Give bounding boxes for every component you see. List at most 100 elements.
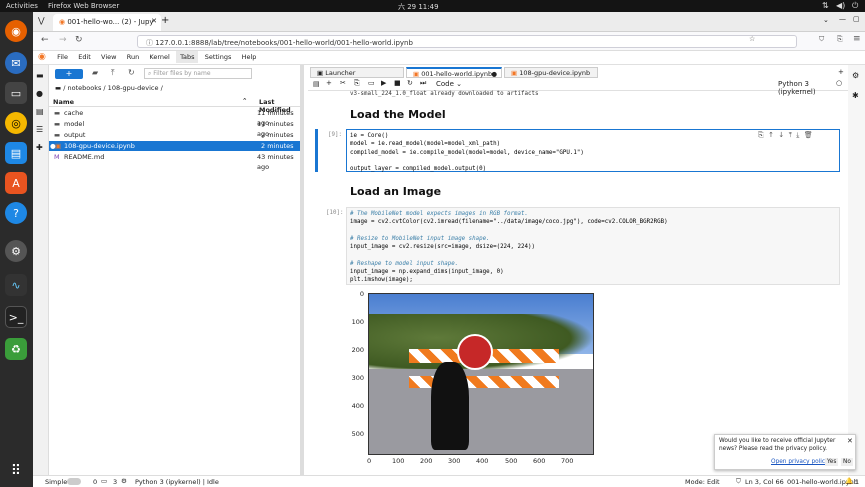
- bookmark-star-icon[interactable]: ☆: [749, 35, 755, 43]
- menu-run[interactable]: Run: [123, 51, 143, 63]
- files-icon[interactable]: ▭: [5, 82, 27, 104]
- stop-icon[interactable]: ■: [394, 79, 401, 87]
- property-inspector-icon[interactable]: ⚙: [852, 71, 859, 80]
- software-icon[interactable]: A: [5, 172, 27, 194]
- simple-mode-toggle[interactable]: [67, 478, 81, 485]
- y-tick-label: 400: [351, 402, 364, 410]
- help-icon[interactable]: ?: [5, 202, 27, 224]
- delete-cell-icon[interactable]: 🗑: [804, 131, 813, 139]
- tab-overview-icon[interactable]: ⋁: [38, 16, 45, 25]
- code-cell-10[interactable]: # The MobileNet model expects images in …: [346, 207, 840, 285]
- system-monitor-icon[interactable]: ∿: [5, 274, 27, 296]
- running-icon[interactable]: ●: [36, 89, 43, 98]
- folder-icon: ▬: [55, 84, 62, 92]
- kernel-icon: ⚙: [121, 477, 127, 485]
- cursor-position[interactable]: Ln 3, Col 66: [745, 478, 784, 486]
- new-launcher-button[interactable]: +: [55, 69, 83, 79]
- yes-button[interactable]: Yes: [825, 458, 839, 466]
- close-icon[interactable]: ✕: [847, 437, 853, 445]
- menu-file[interactable]: File: [53, 51, 72, 63]
- thunderbird-icon[interactable]: ✉: [5, 52, 27, 74]
- reload-icon[interactable]: ↻: [75, 35, 83, 45]
- column-name[interactable]: Name: [53, 98, 74, 106]
- extensions-icon[interactable]: ⎘: [837, 35, 843, 44]
- cell-type-select[interactable]: Code ⌄: [436, 80, 462, 88]
- new-tab-button[interactable]: +: [161, 15, 169, 26]
- add-tab-icon[interactable]: +: [838, 68, 844, 76]
- activities-button[interactable]: Activities: [6, 2, 38, 10]
- minimize-icon[interactable]: —: [839, 15, 846, 23]
- app-grid-icon[interactable]: ⠿: [5, 460, 27, 482]
- cut-icon[interactable]: ✂: [340, 79, 346, 87]
- doc-tab-launcher[interactable]: ▣ Launcher: [310, 67, 404, 78]
- upload-icon[interactable]: ⤒: [111, 68, 115, 78]
- terminal-icon[interactable]: >_: [5, 306, 27, 328]
- insert-below-icon[interactable]: ⤓: [796, 131, 799, 139]
- close-tab-icon[interactable]: ✕: [151, 17, 157, 25]
- forward-icon[interactable]: →: [59, 35, 67, 45]
- clock[interactable]: 六 29 11:49: [398, 2, 439, 12]
- trash-icon[interactable]: ♻: [5, 338, 27, 360]
- run-icon[interactable]: ▶: [381, 79, 386, 87]
- menu-view[interactable]: View: [97, 51, 120, 63]
- menu-settings[interactable]: Settings: [201, 51, 236, 63]
- file-list-header: Name ⌃ Last Modified: [49, 97, 300, 114]
- network-icon[interactable]: ⇅: [822, 1, 829, 10]
- privacy-policy-link[interactable]: Open privacy policy: [771, 459, 829, 465]
- run-all-icon[interactable]: ⏭: [420, 79, 426, 88]
- restart-icon[interactable]: ↻: [407, 79, 413, 87]
- kernels-count[interactable]: 3: [113, 478, 117, 486]
- file-row[interactable]: M README.md 43 minutes ago: [49, 152, 300, 171]
- save-icon[interactable]: ▤: [313, 80, 320, 88]
- menu-kernel[interactable]: Kernel: [145, 51, 173, 63]
- paste-icon[interactable]: ▭: [368, 79, 375, 87]
- file-row[interactable]: ▬ cache 11 minutes ago: [49, 108, 300, 127]
- kernel-status-icon: ○: [836, 79, 843, 87]
- extensions-icon[interactable]: ✚: [36, 143, 43, 152]
- sort-icon[interactable]: ⌃: [242, 97, 247, 105]
- move-down-icon[interactable]: ↓: [778, 131, 784, 139]
- status-bar: Simple 0 ▭ 3 ⚙ Python 3 (ipykernel) | Id…: [33, 475, 865, 487]
- no-button[interactable]: No: [841, 458, 853, 466]
- site-info-icon[interactable]: ⓘ: [146, 39, 153, 47]
- settings-icon[interactable]: ⚙: [5, 240, 27, 262]
- url-field[interactable]: ⓘ 127.0.0.1:8888/lab/tree/notebooks/001-…: [137, 35, 797, 48]
- pocket-icon[interactable]: ⛉: [819, 35, 824, 44]
- notification-bell-icon[interactable]: 🔔: [845, 477, 853, 485]
- commands-icon[interactable]: ▤: [36, 107, 44, 116]
- breadcrumb[interactable]: ▬ / notebooks / 108-gpu-device /: [55, 84, 163, 92]
- power-icon[interactable]: ⏻: [852, 1, 858, 11]
- file-row[interactable]: ▬ model 11 minutes ago: [49, 119, 300, 138]
- copy-icon[interactable]: ⎘: [354, 79, 360, 88]
- x-tick-label: 400: [476, 457, 489, 465]
- debugger-icon[interactable]: ✱: [852, 91, 859, 100]
- writer-icon[interactable]: ▤: [5, 142, 27, 164]
- doc-tab-108-gpu-device[interactable]: ▣ 108-gpu-device.ipynb: [504, 67, 598, 78]
- file-row[interactable]: ▬ output 2 minutes ago: [49, 130, 300, 149]
- table-of-contents-icon[interactable]: ☰: [36, 125, 43, 134]
- new-folder-icon[interactable]: ▰: [92, 68, 98, 77]
- back-icon[interactable]: ←: [41, 35, 49, 45]
- filter-files-input[interactable]: ⌕ Filter files by name: [144, 68, 252, 79]
- browser-tab[interactable]: ◉ 001-hello-wo... (2) - Jupy ✕: [53, 14, 161, 31]
- file-row-selected[interactable]: ● ▣ 108-gpu-device.ipynb 2 minutes ago: [49, 141, 300, 160]
- restore-icon[interactable]: ▢: [853, 15, 860, 23]
- terminals-count[interactable]: 0: [93, 478, 97, 486]
- menu-help[interactable]: Help: [238, 51, 261, 63]
- insert-cell-icon[interactable]: +: [326, 79, 332, 87]
- doc-tab-001-hello-world[interactable]: ▣ 001-hello-world.ipynb ●: [406, 67, 502, 78]
- duplicate-cell-icon[interactable]: ⎘: [758, 131, 764, 139]
- menu-tabs[interactable]: Tabs: [176, 51, 199, 63]
- kernel-status[interactable]: Python 3 (ipykernel) | Idle: [135, 478, 219, 486]
- file-browser-icon[interactable]: ▬: [36, 71, 44, 80]
- insert-above-icon[interactable]: ⤒: [789, 131, 792, 139]
- refresh-icon[interactable]: ↻: [128, 68, 135, 77]
- rhythmbox-icon[interactable]: ◎: [5, 112, 27, 134]
- menu-edit[interactable]: Edit: [74, 51, 95, 63]
- move-up-icon[interactable]: ↑: [768, 131, 774, 139]
- list-tabs-icon[interactable]: ⌄: [823, 16, 829, 24]
- app-menu-icon[interactable]: ≡: [853, 34, 861, 44]
- firefox-icon[interactable]: ◉: [5, 20, 27, 42]
- volume-icon[interactable]: ◀): [836, 1, 845, 10]
- previous-output: v3-small_224_1.0_float already downloade…: [350, 91, 539, 97]
